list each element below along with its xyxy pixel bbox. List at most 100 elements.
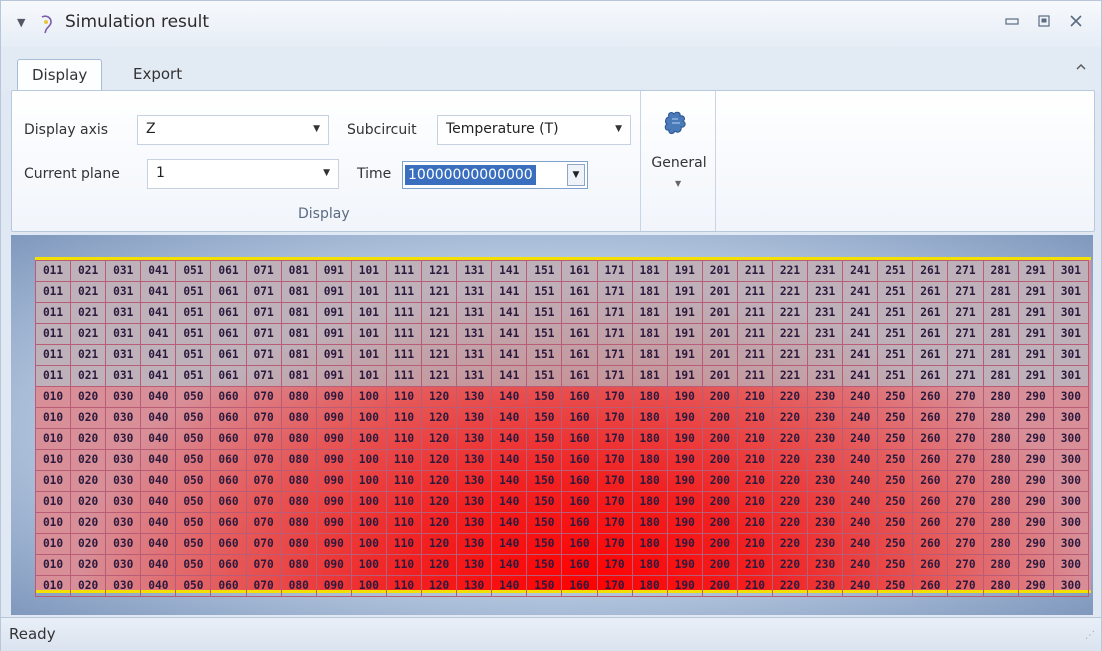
grid-cell: 301 — [1052, 344, 1090, 366]
subcircuit-dropdown[interactable]: Temperature (T) ▼ — [437, 115, 631, 145]
grid-cell: 080 — [280, 470, 317, 492]
grid-cell: 100 — [350, 407, 387, 429]
grid-cell: 070 — [245, 470, 282, 492]
tab-export[interactable]: Export — [119, 59, 196, 91]
grid-cell: 140 — [491, 533, 528, 555]
grid-cell: 070 — [245, 575, 282, 597]
grid-cell: 191 — [666, 302, 703, 324]
general-button[interactable]: General ▼ — [641, 91, 716, 231]
grid-cell: 041 — [140, 260, 177, 282]
grid-cell: 191 — [666, 260, 703, 282]
grid-cell: 120 — [421, 554, 458, 576]
restore-icon[interactable] — [1033, 14, 1055, 32]
close-icon[interactable] — [1065, 14, 1087, 32]
grid-cell: 120 — [421, 491, 458, 513]
grid-cell: 111 — [385, 281, 423, 303]
grid-cell: 261 — [912, 365, 949, 387]
grid-cell: 020 — [70, 491, 107, 513]
grid-cell: 061 — [210, 281, 247, 303]
grid-cell: 250 — [877, 575, 914, 597]
grid-cell: 280 — [982, 512, 1019, 534]
grid-cell: 121 — [421, 281, 458, 303]
grid-cell: 180 — [631, 575, 668, 597]
grid-cell: 010 — [34, 386, 72, 408]
grid-cell: 241 — [842, 260, 879, 282]
grid-cell: 031 — [105, 323, 142, 345]
grid-cell: 221 — [771, 365, 809, 387]
grid-row: 011 021 031 041 051 061 071 081 091 101 111 121 131 1… — [34, 344, 1090, 366]
grid-cell: 211 — [736, 365, 773, 387]
grid-cell: 160 — [561, 533, 598, 555]
grid-cell: 090 — [315, 533, 352, 555]
grid-cell: 150 — [526, 533, 563, 555]
grid-cell: 131 — [456, 323, 493, 345]
grid-cell: 121 — [421, 365, 458, 387]
grid-cell: 151 — [526, 260, 563, 282]
grid-cell: 080 — [280, 512, 317, 534]
grid-cell: 021 — [70, 365, 107, 387]
grid-cell: 280 — [982, 470, 1019, 492]
grid-cell: 291 — [1017, 302, 1054, 324]
time-dropdown-button[interactable]: ▼ — [567, 164, 585, 186]
grid-cell: 011 — [34, 281, 72, 303]
grid-cell: 050 — [175, 386, 212, 408]
grid-cell: 160 — [561, 575, 598, 597]
grid-cell: 260 — [912, 428, 949, 450]
grid-cell: 230 — [807, 407, 844, 429]
current-plane-dropdown[interactable]: 1 ▼ — [147, 159, 339, 189]
time-value[interactable]: 10000000000000 — [405, 165, 536, 185]
grid-cell: 181 — [631, 281, 668, 303]
grid-cell: 100 — [350, 575, 387, 597]
quick-access-arrow-icon[interactable]: ▼ — [17, 16, 27, 30]
grid-cell: 210 — [736, 512, 773, 534]
tab-display[interactable]: Display — [17, 59, 103, 91]
resize-grip-icon[interactable]: ⋰ — [1085, 630, 1095, 641]
grid-cell: 030 — [105, 386, 142, 408]
grid-cell: 141 — [491, 323, 528, 345]
grid-cell: 291 — [1017, 365, 1054, 387]
grid-cell: 161 — [561, 323, 598, 345]
minimize-icon[interactable] — [1001, 14, 1023, 32]
grid-cell: 190 — [666, 575, 703, 597]
grid-cell: 240 — [842, 554, 879, 576]
grid-cell: 200 — [701, 428, 738, 450]
grid-cell: 231 — [807, 302, 844, 324]
grid-cell: 231 — [807, 323, 844, 345]
display-axis-dropdown[interactable]: Z ▼ — [137, 115, 329, 145]
grid-cell: 051 — [175, 260, 212, 282]
grid-cell: 241 — [842, 344, 879, 366]
grid-cell: 271 — [947, 365, 984, 387]
grid-cell: 211 — [736, 323, 773, 345]
grid-cell: 131 — [456, 365, 493, 387]
grid-cell: 250 — [877, 512, 914, 534]
grid-cell: 301 — [1052, 365, 1090, 387]
grid-cell: 040 — [140, 575, 177, 597]
grid-row: 011 021 031 041 051 061 071 081 091 101 111 121 131 1… — [34, 302, 1090, 324]
grid-cell: 230 — [807, 554, 844, 576]
puzzle-icon — [664, 111, 686, 134]
grid-cell: 151 — [526, 344, 563, 366]
grid-cell: 050 — [175, 554, 212, 576]
grid-cell: 131 — [456, 260, 493, 282]
grid-cell: 061 — [210, 302, 247, 324]
grid-cell: 250 — [877, 470, 914, 492]
grid-cell: 050 — [175, 449, 212, 471]
grid-cell: 010 — [34, 554, 72, 576]
grid-cell: 160 — [561, 470, 598, 492]
grid-cell: 270 — [947, 428, 984, 450]
grid-cell: 040 — [140, 386, 177, 408]
grid-cell: 281 — [982, 260, 1019, 282]
grid-cell: 120 — [421, 449, 458, 471]
grid-cell: 270 — [947, 575, 984, 597]
grid-cell: 030 — [105, 554, 142, 576]
collapse-ribbon-icon[interactable] — [1075, 61, 1087, 75]
grid-cell: 100 — [350, 470, 387, 492]
grid-cell: 200 — [701, 407, 738, 429]
grid-cell: 170 — [596, 533, 633, 555]
time-input[interactable]: 10000000000000 ▼ — [402, 161, 588, 189]
grid-cell: 260 — [912, 575, 949, 597]
grid-cell: 061 — [210, 323, 247, 345]
grid-cell: 240 — [842, 449, 879, 471]
grid-cell: 241 — [842, 323, 879, 345]
grid-cell: 211 — [736, 344, 773, 366]
